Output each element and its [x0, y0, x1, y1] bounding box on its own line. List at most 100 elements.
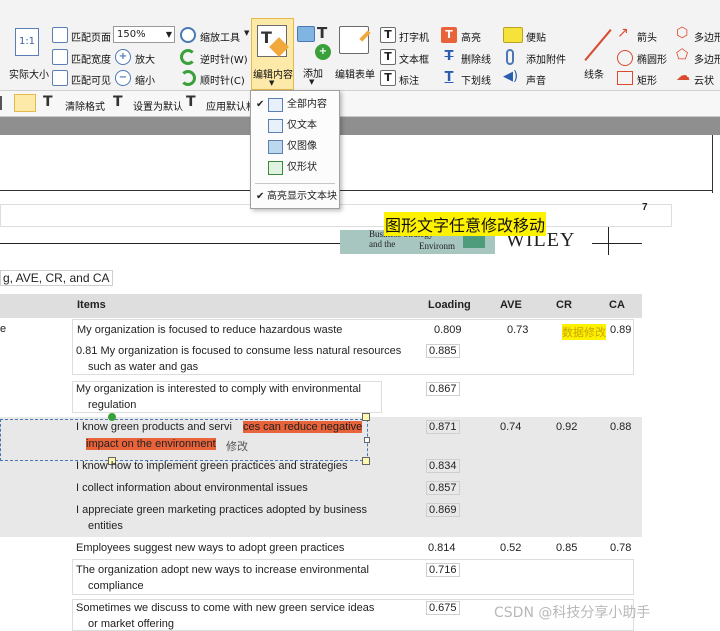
row-loading[interactable]: 0.716	[426, 563, 460, 577]
row-ca[interactable]: 0.78	[610, 542, 631, 554]
cloud-icon: ☁	[676, 68, 690, 84]
add-image-icon	[297, 26, 315, 42]
row-item-cont[interactable]: or market offering	[88, 618, 174, 630]
row-loading[interactable]: 0.809	[434, 324, 462, 336]
chevron-down-icon: ▼	[309, 78, 315, 86]
underline-icon: T	[444, 70, 454, 85]
row-item[interactable]: My organization is focused to reduce haz…	[77, 324, 342, 336]
row-item-highlight[interactable]: ces can reduce negative	[243, 421, 363, 433]
resize-handle[interactable]	[362, 457, 370, 465]
row-item[interactable]: Sometimes we discuss to come with new gr…	[76, 602, 374, 614]
row-item-cont[interactable]: entities	[88, 520, 123, 532]
row-item[interactable]: I know green products and servi	[76, 421, 232, 433]
row-loading[interactable]: 0.869	[426, 503, 460, 517]
actual-size-icon: 1:1	[15, 28, 39, 56]
speaker-icon: ◀)	[503, 69, 519, 84]
chevron-down-icon: ▼	[165, 30, 172, 39]
row-ca[interactable]: 0.89	[610, 324, 631, 336]
row-ca[interactable]: 0.88	[610, 421, 631, 433]
zoom-select[interactable]: 150% ▼	[113, 26, 175, 43]
row-item-cont[interactable]: regulation	[88, 399, 136, 411]
align-icon[interactable]	[0, 96, 10, 110]
add-button[interactable]: T + 添加 ▼	[297, 20, 333, 90]
row-loading[interactable]: 0.857	[426, 481, 460, 495]
header-items: Items	[77, 299, 106, 311]
edge-label: e	[0, 323, 7, 335]
menu-item-text-only[interactable]: 仅文本	[251, 116, 339, 136]
edit-form-button[interactable]: 编辑表单	[335, 22, 379, 82]
textbox-icon: T	[380, 49, 396, 65]
header-loading: Loading	[428, 299, 471, 311]
header-rule-right	[592, 243, 642, 244]
row-item[interactable]: I appreciate green marketing practices a…	[76, 504, 367, 516]
ellipse-icon	[617, 50, 633, 66]
polygon-icon: ⬡	[676, 25, 689, 41]
row-loading[interactable]: 0.814	[428, 542, 456, 554]
header-rule	[0, 243, 340, 244]
row-item[interactable]: The organization adopt new ways to incre…	[76, 564, 369, 576]
header-tick	[608, 227, 609, 255]
actual-size-button[interactable]: 1:1 实际大小	[6, 28, 49, 81]
all-content-icon	[268, 98, 283, 112]
row-cr[interactable]: 0.85	[556, 542, 577, 554]
rotate-handle[interactable]	[108, 413, 116, 421]
row-item[interactable]: 0.81 My organization is focused to consu…	[76, 345, 401, 357]
line-button[interactable]: 线条	[576, 22, 616, 82]
row-item-cont[interactable]: such as water and gas	[88, 361, 198, 373]
zoom-out-icon: −	[115, 70, 131, 86]
row-ave[interactable]: 0.73	[507, 324, 528, 336]
chevron-down-icon: ▼	[244, 29, 250, 37]
separator-bar	[0, 117, 720, 135]
row-cr[interactable]: 0.92	[556, 421, 577, 433]
arrow-icon: ↗	[617, 25, 629, 41]
menu-divider	[255, 183, 335, 184]
page-number: 7	[642, 202, 648, 213]
edit-content-menu: ✔ 全部内容 仅文本 仅图像 仅形状 ✔ 高亮显示文本块	[250, 90, 340, 209]
resize-handle[interactable]	[364, 437, 370, 443]
page-border	[712, 135, 713, 193]
modify-label[interactable]: 数据修改	[562, 324, 606, 340]
rotate-ccw-icon	[180, 49, 196, 65]
edit-content-button[interactable]: T 编辑内容 ▼	[251, 18, 294, 90]
page-border	[0, 190, 712, 191]
row-item[interactable]: Employees suggest new ways to adopt gree…	[76, 542, 344, 554]
rotate-cw-icon	[180, 70, 196, 86]
text-only-icon	[268, 119, 283, 133]
chevron-down-icon: ▼	[269, 79, 275, 87]
row-item[interactable]: I collect information about environmenta…	[76, 482, 308, 494]
pentagon-icon: ⬠	[676, 47, 689, 63]
overlay-title[interactable]: 图形文字任意修改移动	[384, 212, 547, 236]
shape-only-icon	[268, 161, 283, 175]
menu-item-highlight-blocks[interactable]: ✔ 高亮显示文本块	[251, 187, 339, 207]
paragraph-icon[interactable]	[14, 94, 36, 112]
row-item[interactable]: I know how to implement green practices …	[76, 460, 347, 472]
zoom-in-icon: +	[115, 49, 131, 65]
row-item-cont-highlight[interactable]: impact on the environment	[86, 438, 216, 450]
format-bar: T 清除格式 T 设置为默认 T 应用默认格	[0, 91, 720, 117]
journal-line-3: Environm	[419, 241, 455, 251]
callout-icon: T	[380, 70, 396, 86]
ribbon-toolbar: 1:1 实际大小 匹配页面 匹配宽度 匹配可见 150% ▼ 缩放工具 ▼ + …	[0, 0, 720, 91]
row-ave[interactable]: 0.52	[500, 542, 521, 554]
menu-item-image-only[interactable]: 仅图像	[251, 137, 339, 157]
line-icon	[584, 29, 612, 61]
plus-circle-icon: +	[315, 44, 331, 60]
menu-item-shape-only[interactable]: 仅形状	[251, 158, 339, 178]
row-ave[interactable]: 0.74	[500, 421, 521, 433]
resize-handle[interactable]	[362, 413, 370, 421]
row-item[interactable]: My organization is interested to comply …	[76, 383, 361, 395]
menu-item-all-content[interactable]: ✔ 全部内容	[251, 95, 339, 115]
edit-content-icon: T	[257, 25, 289, 57]
row-loading[interactable]: 0.675	[426, 601, 460, 615]
check-icon: ✔	[256, 191, 265, 202]
strikeout-icon: T	[444, 49, 454, 64]
row-loading[interactable]: 0.867	[426, 382, 460, 396]
edit-form-icon	[339, 26, 369, 54]
row-loading[interactable]: 0.885	[426, 344, 460, 358]
fit-page-icon	[52, 27, 68, 43]
row-item-cont[interactable]: compliance	[88, 580, 144, 592]
edit-suffix[interactable]: 修改	[226, 438, 248, 454]
row-loading[interactable]: 0.834	[426, 459, 460, 473]
header-ca: CA	[609, 299, 625, 311]
row-loading[interactable]: 0.871	[426, 420, 460, 434]
